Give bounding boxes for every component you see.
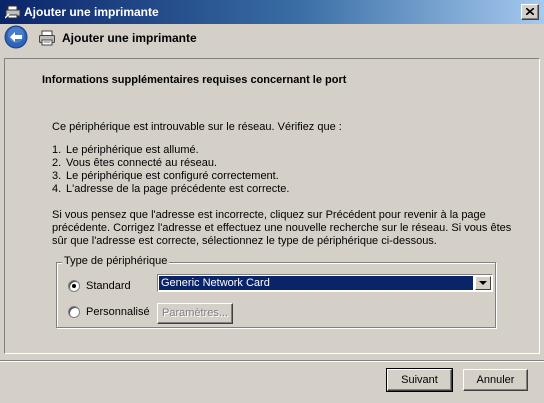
back-button[interactable] [4, 25, 28, 49]
list-item: 2. Vous êtes connecté au réseau. [52, 157, 218, 169]
close-icon [526, 8, 534, 15]
wizard-header: Ajouter une imprimante [0, 24, 544, 52]
device-type-group [56, 262, 496, 328]
cancel-button[interactable]: Annuler [463, 369, 528, 391]
window-title: Ajouter une imprimante [24, 5, 159, 19]
list-item: 3. Le périphérique est configuré correcte… [52, 170, 279, 182]
back-arrow-icon [4, 25, 28, 49]
instructions-text: Si vous pensez que l'adresse est incorre… [52, 209, 512, 247]
settings-button[interactable]: Paramètres... [157, 303, 233, 324]
dropdown-button[interactable] [475, 276, 491, 290]
add-printer-window: Ajouter une imprimante Ajouter une impri… [0, 0, 544, 403]
chevron-down-icon [479, 281, 487, 285]
wizard-title: Ajouter une imprimante [62, 31, 197, 45]
list-item: 1. Le périphérique est allumé. [52, 144, 199, 156]
custom-label[interactable]: Personnalisé [86, 306, 150, 318]
title-bar[interactable]: Ajouter une imprimante [0, 0, 544, 24]
footer-divider [0, 360, 544, 362]
printer-icon [4, 4, 21, 20]
check-list: 1. Le périphérique est allumé. 2. Vous ête… [52, 144, 289, 196]
standard-label[interactable]: Standard [86, 280, 131, 292]
section-heading: Informations supplémentaires requises co… [42, 74, 347, 86]
custom-radio[interactable] [68, 306, 80, 318]
standard-radio[interactable] [68, 280, 80, 292]
printer-icon [38, 29, 56, 47]
radio-dot [72, 284, 76, 288]
list-item: 4. L'adresse de la page précédente est co… [52, 183, 290, 195]
select-value: Generic Network Card [159, 276, 473, 290]
next-button[interactable]: Suivant [386, 368, 453, 392]
group-legend: Type de périphérique [62, 255, 170, 267]
intro-text: Ce périphérique est introuvable sur le r… [52, 121, 342, 133]
device-type-select[interactable]: Generic Network Card [157, 274, 493, 292]
close-button[interactable] [521, 4, 539, 20]
